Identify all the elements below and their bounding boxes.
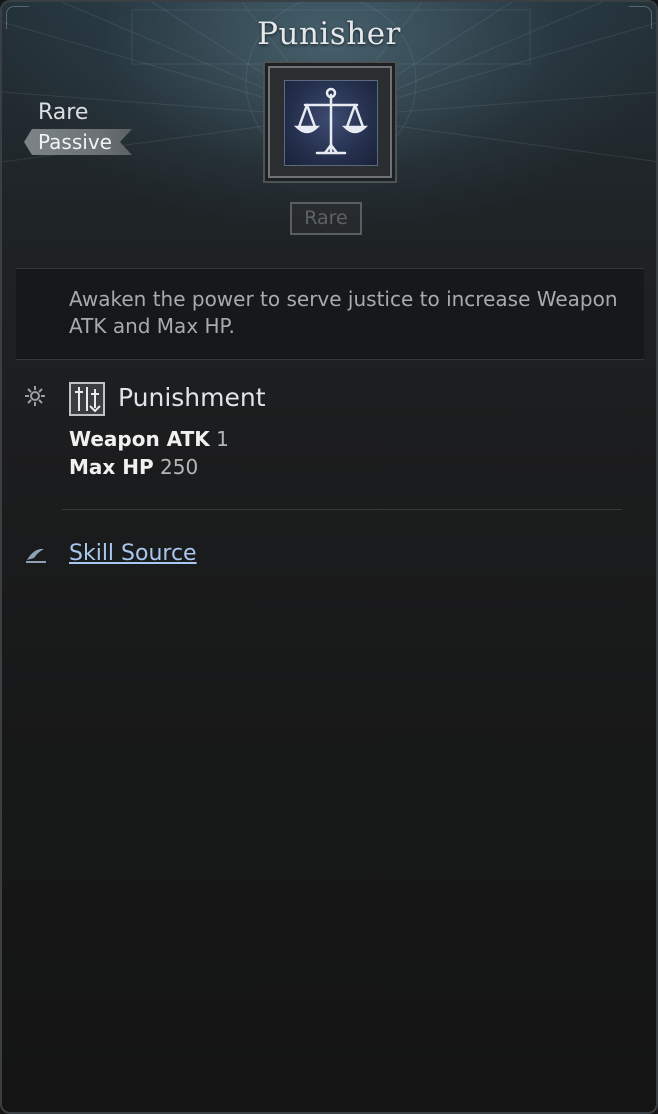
section-divider	[62, 509, 622, 510]
gear-icon	[25, 386, 45, 406]
skill-tooltip-panel: Punisher Rare Passive Rare Awaken the po…	[0, 0, 658, 1114]
stat-value: 1	[216, 427, 229, 451]
sword-and-scales-icon	[75, 387, 101, 413]
stat-row-max-hp: Max HP 250	[69, 455, 198, 479]
skill-title: Punisher	[257, 16, 401, 52]
description-box: Awaken the power to serve justice to inc…	[16, 268, 644, 360]
stat-value: 250	[160, 455, 199, 479]
skill-icon-background	[284, 80, 378, 166]
skill-source-link[interactable]: Skill Source	[69, 541, 197, 566]
rarity-badge: Rare	[290, 202, 362, 235]
stat-label: Weapon ATK	[69, 427, 210, 451]
skill-icon-frame	[268, 66, 392, 178]
scales-of-justice-icon	[293, 87, 369, 155]
punishment-effect-icon	[69, 382, 105, 416]
stat-row-weapon-atk: Weapon ATK 1	[69, 427, 229, 451]
rarity-label: Rare	[38, 100, 89, 125]
quill-icon	[26, 548, 46, 563]
skill-type-tag: Passive	[24, 129, 132, 155]
stat-label: Max HP	[69, 455, 154, 479]
effect-name: Punishment	[118, 383, 266, 412]
skill-description: Awaken the power to serve justice to inc…	[69, 287, 618, 338]
